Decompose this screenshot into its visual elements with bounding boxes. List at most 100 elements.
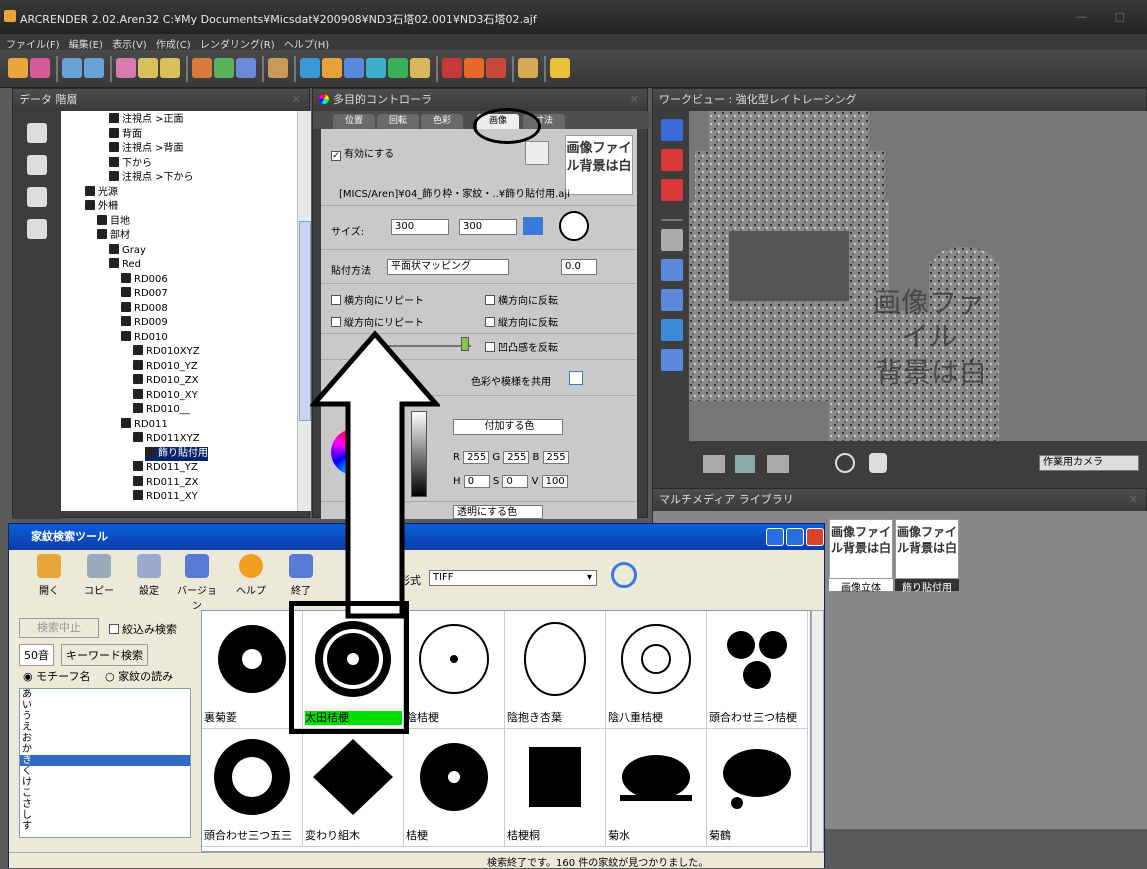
flip-horizontal-checkbox[interactable]: 横方向に反転 (485, 292, 558, 307)
paste-value-input[interactable]: 0.0 (561, 259, 597, 275)
paste-icon[interactable] (160, 58, 180, 78)
search-icon[interactable] (611, 562, 637, 588)
add-color-select[interactable]: 付加する色 (453, 419, 563, 435)
open-button[interactable]: 開く (29, 554, 69, 597)
kamon-item[interactable]: 菊水 (606, 729, 707, 847)
figure-icon[interactable] (410, 58, 430, 78)
tree-node[interactable]: RD011 (121, 417, 168, 432)
radio-motif[interactable]: ◉ モチーフ名 (23, 668, 90, 684)
help-button[interactable]: ヘルプ (231, 554, 271, 597)
repeat-horizontal-checkbox[interactable]: 横方向にリピート (331, 292, 424, 307)
view-icon[interactable] (300, 58, 320, 78)
share-color-dropdown[interactable] (569, 371, 583, 385)
tree-node[interactable]: RD011XYZ (133, 432, 200, 446)
figure-add-icon[interactable] (27, 219, 47, 239)
tree-node[interactable]: RD008 (121, 301, 168, 316)
tab-keyword[interactable]: キーワード検索 (61, 644, 148, 666)
tree-node[interactable]: 注視点 >正面 (109, 113, 184, 127)
object-icon[interactable] (268, 58, 288, 78)
tab-rotate[interactable]: 回転 (377, 114, 419, 129)
tree-view[interactable]: 注視点 >正面 背面 注視点 >背面 下から 注視点 >下から 光源 外柵 目地 部材 Gray R… (61, 111, 297, 511)
tree-node[interactable]: RD010__ (133, 403, 190, 417)
kana-item[interactable]: す (20, 821, 190, 832)
edit-icon[interactable] (30, 58, 50, 78)
tree-node[interactable]: 注視点 >背面 (109, 142, 184, 156)
close-icon[interactable]: ✕ (630, 89, 639, 111)
tree-node[interactable]: RD010XYZ (133, 345, 200, 359)
window-controls[interactable]: — □ (1076, 10, 1137, 23)
kana-item[interactable]: か (20, 744, 190, 755)
close-icon[interactable]: ✕ (292, 89, 301, 111)
landscape-icon[interactable] (388, 58, 408, 78)
tree-node[interactable]: 外柵 (85, 200, 118, 214)
scale-icon[interactable] (661, 319, 683, 341)
tab-50on[interactable]: 50音 (19, 644, 54, 666)
v-input[interactable]: 100 (541, 475, 568, 488)
size-width-input[interactable]: 300 (391, 219, 449, 235)
axis-icon[interactable] (661, 149, 683, 171)
render-icon[interactable] (442, 58, 462, 78)
menu-edit[interactable]: 編集(E) (69, 36, 103, 51)
redo-icon[interactable] (84, 58, 104, 78)
tree-node[interactable]: RD010 (121, 330, 168, 345)
kana-item[interactable]: え (20, 722, 190, 733)
kana-item[interactable]: い (20, 700, 190, 711)
rotate-icon[interactable] (661, 289, 683, 311)
tree-node[interactable]: RD010_ZX (133, 374, 198, 388)
pointer-icon[interactable] (661, 229, 683, 251)
move-icon[interactable] (661, 259, 683, 281)
menu-help[interactable]: ヘルプ(H) (284, 36, 329, 51)
kamon-item[interactable]: 変わり組木 (303, 729, 404, 847)
minimize-button[interactable] (766, 528, 784, 546)
cut-icon[interactable] (116, 58, 136, 78)
image-icon[interactable] (236, 58, 256, 78)
copy-button[interactable]: コピー (79, 554, 119, 597)
tab-color[interactable]: 色彩 (421, 114, 463, 129)
pan-icon[interactable] (735, 455, 755, 473)
camera-add-icon[interactable] (27, 123, 47, 143)
kana-item[interactable]: し (20, 810, 190, 821)
kamon-item[interactable]: 陰桔梗 (404, 611, 505, 729)
open-icon[interactable] (8, 58, 28, 78)
tree-node[interactable]: 部材 (97, 229, 130, 243)
wizard-icon[interactable] (550, 58, 570, 78)
tree-node[interactable]: 下から (109, 156, 152, 171)
maximize-button[interactable] (786, 528, 804, 546)
media-item-decoration[interactable]: 画像ファイル背景は白 (895, 519, 959, 579)
walk-icon[interactable] (703, 455, 725, 473)
undo-icon[interactable] (62, 58, 82, 78)
repeat-vertical-checkbox[interactable]: 縦方向にリピート (331, 314, 424, 329)
orbit-icon[interactable] (767, 455, 789, 473)
kana-item[interactable]: さ (20, 799, 190, 810)
copy-icon[interactable] (138, 58, 158, 78)
size-height-input[interactable]: 300 (459, 219, 517, 235)
results-scrollbar[interactable] (811, 610, 824, 852)
menu-create[interactable]: 作成(C) (156, 36, 191, 51)
render-viewport[interactable]: 画像ファ イル 背景は白 (689, 111, 1147, 441)
tree-node[interactable]: RD011_YZ (133, 461, 198, 475)
fit-icon[interactable] (523, 217, 543, 235)
kana-item[interactable]: け (20, 777, 190, 788)
menu-render[interactable]: レンダリング(R) (200, 36, 275, 51)
image-load-icon[interactable] (525, 141, 549, 165)
building-icon[interactable] (486, 58, 506, 78)
tree-node[interactable]: RD011_XY (133, 490, 198, 504)
kana-item[interactable]: お (20, 733, 190, 744)
tree-node[interactable]: 背面 (109, 127, 142, 142)
tree-node[interactable]: RD010_YZ (133, 359, 198, 374)
kana-item[interactable]: き (20, 755, 190, 766)
render-view-icon[interactable] (661, 119, 683, 141)
menu-view[interactable]: 表示(V) (112, 36, 147, 51)
tree-node[interactable]: RD010_XY (133, 388, 198, 403)
kamon-item[interactable]: 桔梗桐 (505, 729, 606, 847)
format-select[interactable]: TIFF ▾ (429, 570, 597, 586)
kana-item[interactable]: く (20, 766, 190, 777)
library-icon[interactable] (518, 58, 538, 78)
material-icon[interactable] (214, 58, 234, 78)
camera-icon[interactable] (366, 58, 386, 78)
tree-node[interactable]: 飾り貼付用 (145, 446, 208, 461)
tree-node[interactable]: RD011_ZX (133, 475, 198, 490)
house-icon[interactable] (464, 58, 484, 78)
kana-item[interactable]: こ (20, 788, 190, 799)
kana-item[interactable]: う (20, 711, 190, 722)
